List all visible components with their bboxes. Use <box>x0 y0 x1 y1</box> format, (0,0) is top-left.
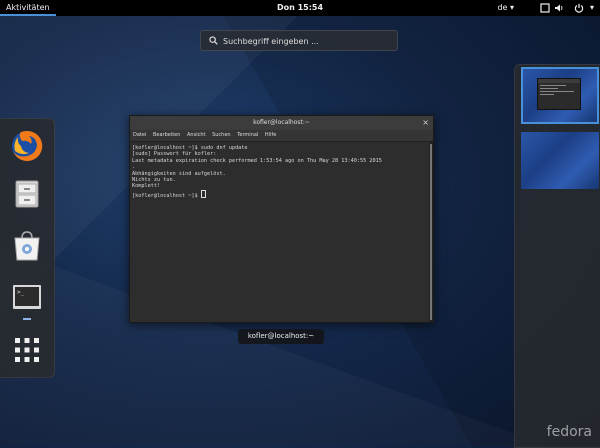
running-indicator <box>23 318 31 320</box>
menu-terminal[interactable]: Terminal <box>237 132 258 138</box>
menu-suchen[interactable]: Suchen <box>212 132 231 138</box>
menu-hilfe[interactable]: Hilfe <box>265 132 276 138</box>
workspace-window-thumbnail[interactable] <box>537 78 581 110</box>
chevron-down-icon: ▾ <box>509 3 514 12</box>
menu-datei[interactable]: Datei <box>133 132 146 138</box>
language-label: de <box>497 3 508 12</box>
volume-icon[interactable] <box>554 3 564 13</box>
language-menu[interactable]: de ▾ <box>497 0 514 16</box>
menubar: Datei Bearbeiten Ansicht Suchen Terminal… <box>130 130 433 142</box>
search-input[interactable] <box>223 34 383 48</box>
terminal-window[interactable]: kofler@localhost:~ × Datei Bearbeiten An… <box>129 115 434 323</box>
menu-bearbeiten[interactable]: Bearbeiten <box>153 132 180 138</box>
top-bar: Aktivitäten Don 15:54 de ▾ ▾ <box>0 0 600 16</box>
search-box[interactable] <box>200 30 398 51</box>
svg-text:>_: >_ <box>17 289 25 296</box>
menu-ansicht[interactable]: Ansicht <box>187 132 205 138</box>
terminal-prompt-line: [kofler@localhost ~]$ <box>132 189 427 199</box>
activities-indicator <box>0 14 56 16</box>
firefox-icon[interactable] <box>10 129 44 163</box>
activities-label: Aktivitäten <box>6 3 50 12</box>
fedora-watermark: fedora <box>546 424 592 440</box>
workspace-1[interactable] <box>521 67 599 124</box>
workspace-2[interactable] <box>521 132 599 189</box>
terminal-prompt: [kofler@localhost ~]$ <box>132 192 201 199</box>
app-grid-icon[interactable] <box>10 333 44 367</box>
clock[interactable]: Don 15:54 <box>277 0 323 16</box>
window-title: kofler@localhost:~ <box>253 119 310 126</box>
power-icon[interactable] <box>574 3 584 13</box>
close-icon[interactable]: × <box>422 116 429 130</box>
scrollbar-thumb[interactable] <box>430 144 432 320</box>
files-icon[interactable] <box>10 177 44 211</box>
workspace-switcher <box>514 64 600 448</box>
software-icon[interactable] <box>10 229 44 263</box>
terminal-icon[interactable]: >_ <box>10 281 44 315</box>
dash: >_ <box>0 118 55 378</box>
chevron-down-icon[interactable]: ▾ <box>590 0 594 16</box>
window-status-icon[interactable] <box>540 3 550 13</box>
search-icon <box>209 36 218 45</box>
terminal-output[interactable]: [kofler@localhost ~]$ sudo dnf update [su… <box>130 142 429 322</box>
window-caption[interactable]: kofler@localhost:~ <box>238 329 324 344</box>
window-titlebar[interactable]: kofler@localhost:~ × <box>130 116 433 130</box>
terminal-cursor <box>200 189 206 198</box>
